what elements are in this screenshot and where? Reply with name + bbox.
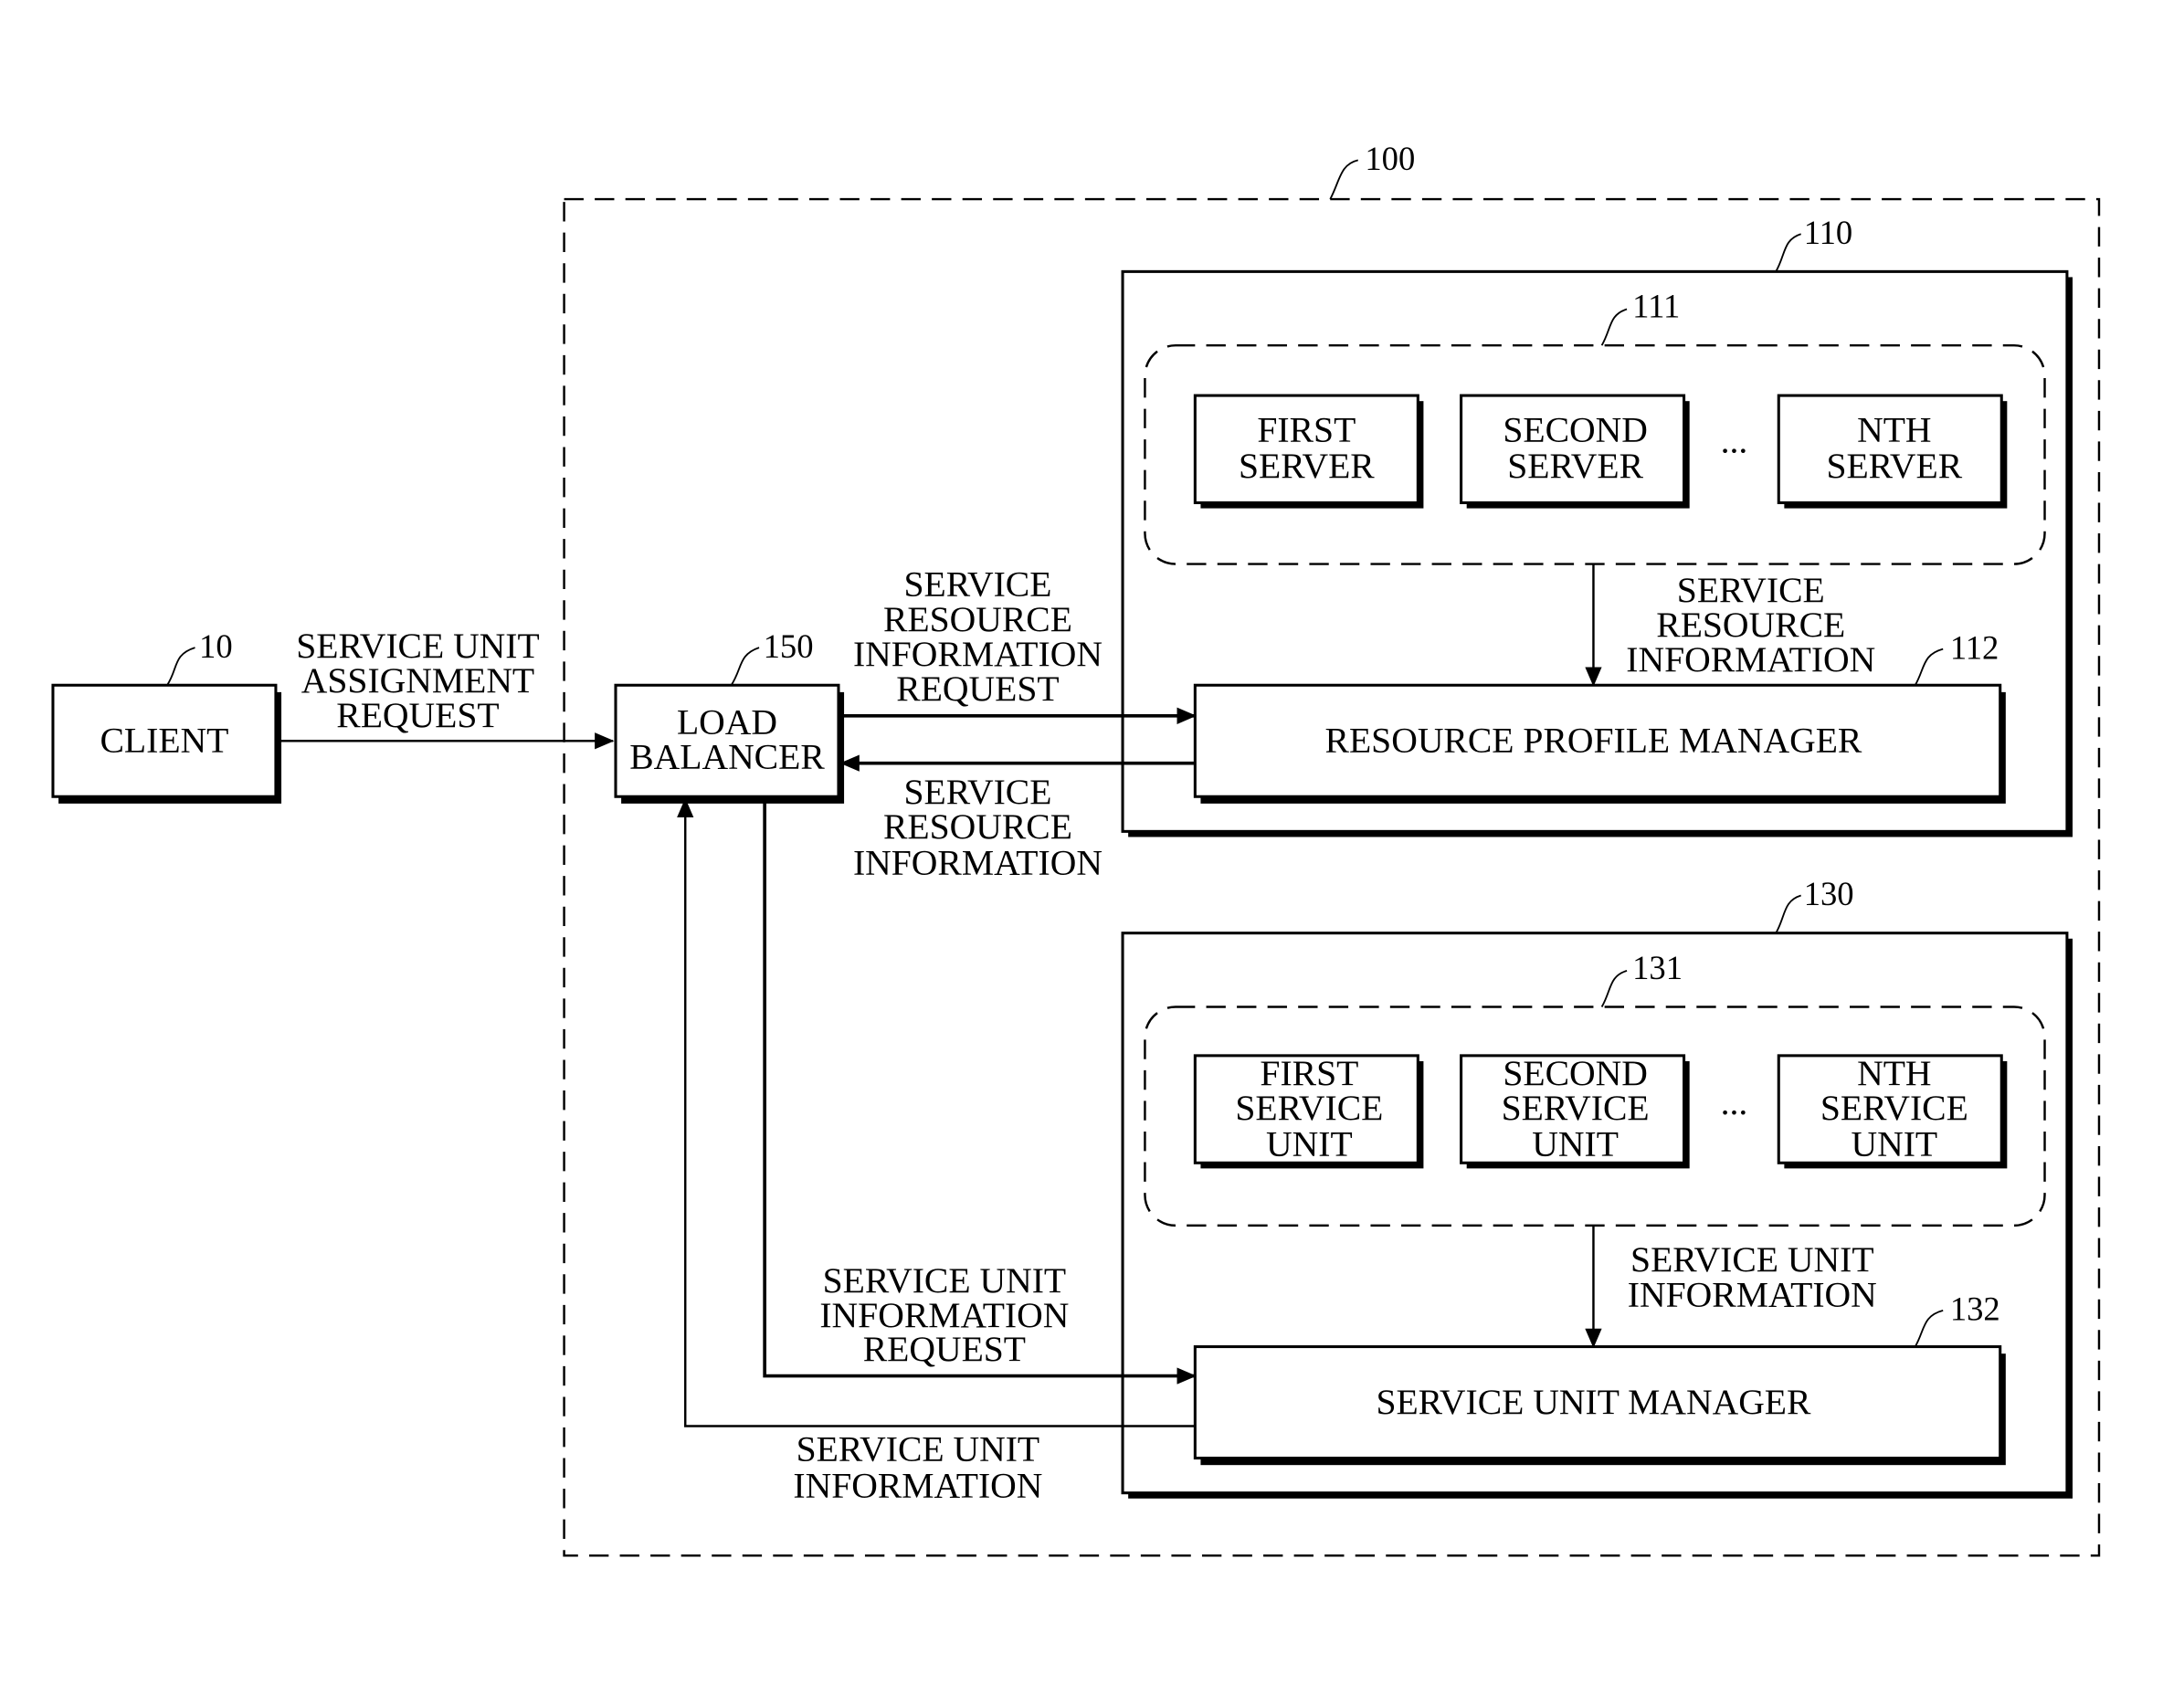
service-unit-label: SERVICE bbox=[1502, 1088, 1650, 1128]
edge-label: REQUEST bbox=[896, 669, 1059, 709]
edge-label: REQUEST bbox=[863, 1329, 1026, 1369]
leader-100 bbox=[1329, 159, 1358, 200]
edge-label: INFORMATION bbox=[1626, 639, 1875, 679]
server-first: FIRST SERVER bbox=[1193, 394, 1424, 509]
ellipsis: ... bbox=[1721, 421, 1748, 461]
server-label: FIRST bbox=[1257, 409, 1356, 449]
ref-130: 130 bbox=[1804, 875, 1854, 912]
service-unit-label: UNIT bbox=[1266, 1124, 1353, 1164]
ref-112: 112 bbox=[1950, 628, 1999, 666]
edge-label: RESOURCE bbox=[883, 806, 1072, 847]
server-label: SERVER bbox=[1826, 446, 1962, 486]
ref-111: 111 bbox=[1632, 288, 1680, 325]
ref-132: 132 bbox=[1950, 1290, 2000, 1328]
service-unit-label: UNIT bbox=[1852, 1124, 1938, 1164]
ref-10: 10 bbox=[199, 627, 233, 665]
leader-10 bbox=[166, 647, 195, 686]
service-unit-label: SERVICE bbox=[1235, 1088, 1383, 1128]
client-label: CLIENT bbox=[100, 720, 229, 760]
load-balancer-box: LOAD BALANCER bbox=[614, 683, 845, 804]
ref-131: 131 bbox=[1632, 949, 1683, 986]
server-label: SERVER bbox=[1239, 446, 1375, 486]
edge-label: SERVICE UNIT bbox=[797, 1429, 1039, 1469]
leader-110 bbox=[1775, 233, 1801, 272]
edge-label: INFORMATION bbox=[853, 843, 1103, 883]
ref-100: 100 bbox=[1365, 140, 1415, 177]
leader-150 bbox=[730, 647, 760, 686]
edge-label: INFORMATION bbox=[793, 1465, 1042, 1505]
server-label: SECOND bbox=[1503, 409, 1648, 449]
ellipsis: ... bbox=[1721, 1082, 1748, 1122]
service-unit-label: SERVICE bbox=[1820, 1088, 1968, 1128]
load-balancer-label: BALANCER bbox=[629, 737, 825, 777]
leader-130 bbox=[1775, 894, 1801, 934]
ref-150: 150 bbox=[764, 627, 814, 665]
service-unit-nth: NTH SERVICE UNIT bbox=[1777, 1053, 2008, 1169]
service-unit-second: SECOND SERVICE UNIT bbox=[1460, 1053, 1690, 1169]
server-label: NTH bbox=[1857, 409, 1931, 449]
service-unit-first: FIRST SERVICE UNIT bbox=[1193, 1053, 1424, 1169]
server-label: SERVER bbox=[1507, 446, 1643, 486]
edge-label: INFORMATION bbox=[1628, 1274, 1877, 1314]
sum-label: SERVICE UNIT MANAGER bbox=[1376, 1382, 1811, 1422]
client-box: CLIENT bbox=[51, 683, 282, 804]
server-nth: NTH SERVER bbox=[1777, 394, 2008, 509]
rpm-label: RESOURCE PROFILE MANAGER bbox=[1325, 720, 1862, 760]
edge-label: REQUEST bbox=[336, 695, 499, 735]
server-second: SECOND SERVER bbox=[1460, 394, 1690, 509]
system-diagram: 100 CLIENT 10 SERVICE UNIT ASSIGNMENT RE… bbox=[51, 140, 2101, 1557]
resource-profile-manager-box: RESOURCE PROFILE MANAGER bbox=[1193, 683, 2006, 804]
service-unit-label: UNIT bbox=[1532, 1124, 1619, 1164]
service-unit-manager-box: SERVICE UNIT MANAGER bbox=[1193, 1345, 2006, 1466]
ref-110: 110 bbox=[1804, 214, 1853, 251]
